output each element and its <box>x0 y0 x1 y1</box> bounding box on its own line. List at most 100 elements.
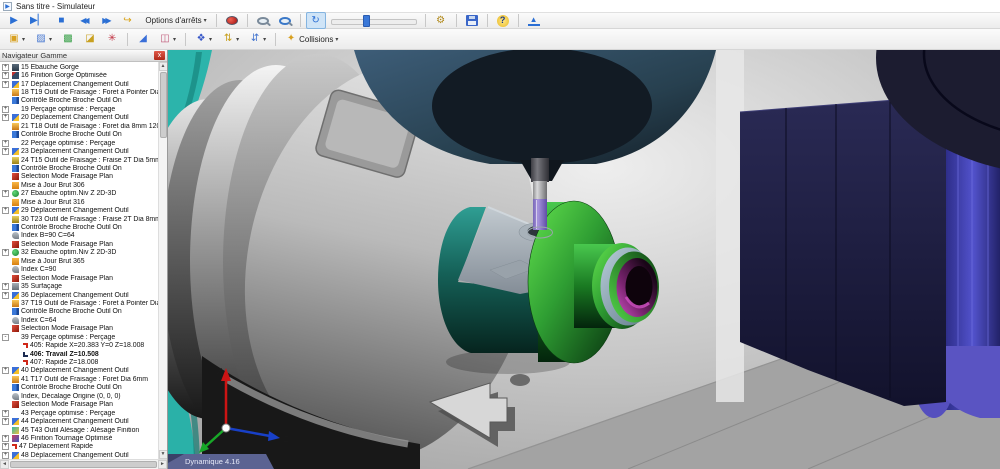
skip-back-button[interactable]: ◀◀ <box>73 12 93 29</box>
step-forward-button[interactable]: ▶▏ <box>26 12 49 29</box>
stop-button[interactable]: ■ <box>51 12 71 29</box>
section-view-button[interactable]: ◪ <box>80 31 100 48</box>
tree-item[interactable]: +22 Perçage optimisé : Perçage <box>0 139 158 147</box>
tree-item[interactable]: +20 Déplacement Changement Outil <box>0 114 158 122</box>
record-button[interactable] <box>222 14 242 27</box>
tree-item[interactable]: +35 Surfaçage <box>0 282 158 290</box>
tree-item[interactable]: 405: Rapide X=20.383 Y=0 Z=18.008 <box>0 341 158 349</box>
tree-item[interactable]: 24 T15 Outil de Fraisage : Fraise 2T Dia… <box>0 156 158 164</box>
save-button[interactable] <box>462 13 482 28</box>
tree-item[interactable]: +44 Déplacement Changement Outil <box>0 417 158 425</box>
tree-item[interactable]: Contrôle Broche Broche Outil On <box>0 384 158 392</box>
measure-button[interactable]: ✳ <box>102 31 122 48</box>
tree-item[interactable]: 18 T19 Outil de Fraisage : Foret à Point… <box>0 88 158 96</box>
eject-button[interactable]: ▲ <box>524 13 544 28</box>
tree-item[interactable]: +23 Déplacement Changement Outil <box>0 147 158 155</box>
tree-item[interactable]: Index C=64 <box>0 316 158 324</box>
tree-vertical-scrollbar[interactable]: ▲ ▼ <box>158 62 167 459</box>
tree-item[interactable]: Mise à Jour Brut 306 <box>0 181 158 189</box>
tree-item[interactable]: +29 Déplacement Changement Outil <box>0 206 158 214</box>
tree-item[interactable]: +17 Déplacement Changement Outil <box>0 80 158 88</box>
expander-plus-icon[interactable]: + <box>2 367 9 374</box>
toolpath-button[interactable]: ❖▾ <box>191 31 216 48</box>
expander-plus-icon[interactable]: + <box>2 81 9 88</box>
scroll-thumb[interactable] <box>160 72 167 138</box>
stock-view-button[interactable]: ▩ <box>58 31 78 48</box>
scroll-left-icon[interactable]: ◄ <box>0 460 9 469</box>
scroll-thumb-horizontal[interactable] <box>10 461 157 468</box>
close-panel-button[interactable]: x <box>154 51 165 60</box>
expander-plus-icon[interactable]: + <box>2 64 9 71</box>
tree-item[interactable]: 21 T18 Outil de Fraisage : Foret dia 8mm… <box>0 122 158 130</box>
stop-options-button[interactable]: Options d'arrêts▾ <box>139 14 210 27</box>
collisions-button[interactable]: ✦Collisions▾ <box>281 31 342 48</box>
tree-item[interactable]: Mise à Jour Brut 365 <box>0 257 158 265</box>
solid-view-button[interactable]: ▣▾ <box>4 31 29 48</box>
tree-item[interactable]: -39 Perçage optimisé : Perçage <box>0 333 158 341</box>
expander-plus-icon[interactable]: + <box>2 452 9 459</box>
expander-plus-icon[interactable]: + <box>2 190 9 197</box>
plot-button[interactable]: ◢ <box>133 31 153 48</box>
expander-plus-icon[interactable]: + <box>2 292 9 299</box>
zoom-out-button[interactable] <box>253 15 273 27</box>
tree-item[interactable]: Index C=90 <box>0 266 158 274</box>
tree-item[interactable]: +43 Perçage optimisé : Perçage <box>0 409 158 417</box>
tree-item[interactable]: Mise à Jour Brut 316 <box>0 198 158 206</box>
tree-item[interactable]: 30 T23 Outil de Fraisage : Fraise 2T Dia… <box>0 215 158 223</box>
tool-display-button[interactable]: ⇅▾ <box>218 31 243 48</box>
expander-plus-icon[interactable]: + <box>2 140 9 147</box>
tree-item[interactable]: 407: Rapide Z=18.008 <box>0 358 158 366</box>
tree-item[interactable]: 406: Travail Z=10.508 <box>0 350 158 358</box>
tree-item[interactable]: Selection Mode Fraisage Plan <box>0 325 158 333</box>
scroll-right-icon[interactable]: ► <box>158 460 167 469</box>
zoom-window-button[interactable] <box>275 15 295 27</box>
tree-item[interactable]: 45 T43 Outil Alésage : Alésage Finition <box>0 426 158 434</box>
expander-minus-icon[interactable]: - <box>2 334 9 341</box>
tree-item[interactable]: Index, Décalage Origine (0, 0, 0) <box>0 392 158 400</box>
speed-slider[interactable] <box>331 14 417 28</box>
plot2-button[interactable]: ◫▾ <box>155 31 180 48</box>
tree-item[interactable]: +40 Déplacement Changement Outil <box>0 367 158 375</box>
tree-item[interactable]: +15 Ebauche Gorge <box>0 63 158 71</box>
tree-item[interactable]: 37 T19 Outil de Fraisage : Foret à Point… <box>0 299 158 307</box>
tree-item[interactable]: Contrôle Broche Broche Outil On <box>0 223 158 231</box>
help-button[interactable]: ? <box>493 13 513 29</box>
scroll-up-icon[interactable]: ▲ <box>159 62 168 71</box>
tool-axis-button[interactable]: ⇵▾ <box>245 31 270 48</box>
tree-item[interactable]: +48 Déplacement Changement Outil <box>0 451 158 459</box>
tree-item[interactable]: Contrôle Broche Broche Outil On <box>0 131 158 139</box>
tree-item[interactable]: +16 Finition Gorge Optimisée <box>0 71 158 79</box>
tree-item[interactable]: Selection Mode Fraisage Plan <box>0 401 158 409</box>
tree-item[interactable]: Index B=90 C=64 <box>0 232 158 240</box>
speed-button[interactable]: ↻ <box>306 12 326 29</box>
expander-plus-icon[interactable]: + <box>2 114 9 121</box>
expander-plus-icon[interactable]: + <box>2 283 9 290</box>
scroll-down-icon[interactable]: ▼ <box>159 450 168 459</box>
expander-plus-icon[interactable]: + <box>2 410 9 417</box>
tree-item[interactable]: Selection Mode Fraisage Plan <box>0 173 158 181</box>
settings-button[interactable]: ⚙ <box>431 12 451 29</box>
tree-item[interactable]: Contrôle Broche Broche Outil On <box>0 164 158 172</box>
expander-plus-icon[interactable]: + <box>2 106 9 113</box>
expander-plus-icon[interactable]: + <box>2 418 9 425</box>
tree-item[interactable]: +47 Déplacement Rapide <box>0 443 158 451</box>
tree-item[interactable]: Contrôle Broche Broche Outil On <box>0 308 158 316</box>
play-button[interactable]: ▶ <box>4 12 24 29</box>
slider-thumb[interactable] <box>363 15 370 27</box>
tree-horizontal-scrollbar[interactable]: ◄ ► <box>0 459 167 469</box>
tree-item[interactable]: +46 Finition Tournage Optimisé <box>0 434 158 442</box>
expander-plus-icon[interactable]: + <box>2 443 9 450</box>
tree-item[interactable]: Selection Mode Fraisage Plan <box>0 274 158 282</box>
tree-item[interactable]: Selection Mode Fraisage Plan <box>0 240 158 248</box>
tree-item[interactable]: +27 Ebauche optim.Niv Z 2D-3D <box>0 190 158 198</box>
fast-mode-button[interactable]: ↪ <box>117 12 137 29</box>
expander-plus-icon[interactable]: + <box>2 148 9 155</box>
expander-plus-icon[interactable]: + <box>2 72 9 79</box>
skip-forward-button[interactable]: ▶▶ <box>95 12 115 29</box>
expander-plus-icon[interactable]: + <box>2 435 9 442</box>
expander-plus-icon[interactable]: + <box>2 207 9 214</box>
tree-item[interactable]: 41 T17 Outil de Fraisage : Foret Dia 6mm <box>0 375 158 383</box>
tree-item[interactable]: +19 Perçage optimisé : Perçage <box>0 105 158 113</box>
3d-viewport[interactable]: X Y Z Dynamique 4.16 <box>168 50 1000 469</box>
translucent-view-button[interactable]: ▨▾ <box>31 31 56 48</box>
